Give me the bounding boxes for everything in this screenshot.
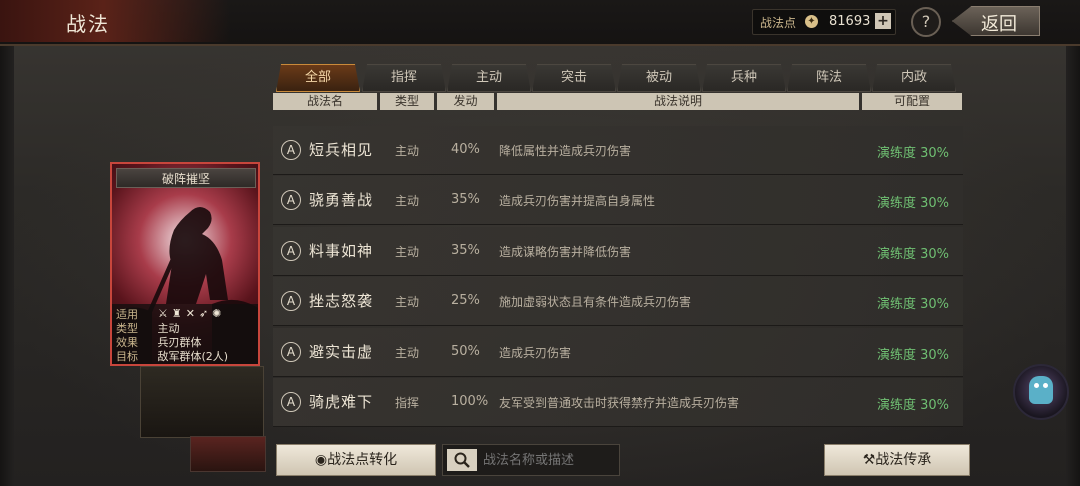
- skill-point-coin-icon: ✦: [805, 15, 818, 28]
- skill-name: 料事如神: [309, 242, 374, 260]
- table-row[interactable]: A 挫志怒袭 主动 25% 施加虚弱状态且有条件造成兵刃伤害 演练度 30%: [273, 277, 963, 326]
- back-label: 返回: [981, 14, 1017, 35]
- top-bar: 战法 战法点 ✦ 81693 + ? 返回: [0, 0, 1080, 46]
- skill-proficiency: 演练度 30%: [877, 196, 950, 211]
- table-row[interactable]: A 短兵相见 主动 40% 降低属性并造成兵刃伤害 演练度 30%: [273, 126, 963, 175]
- stacked-card-image: [140, 366, 264, 438]
- hammer-icon: ⚒: [862, 452, 876, 468]
- column-header-configurable[interactable]: 可配置: [862, 93, 962, 110]
- column-header-name[interactable]: 战法名: [273, 93, 377, 110]
- grade-badge: A: [281, 190, 301, 210]
- skill-description: 施加虚弱状态且有条件造成兵刃伤害: [499, 295, 692, 309]
- add-points-button[interactable]: +: [875, 13, 891, 29]
- skill-proficiency: 演练度 30%: [877, 297, 950, 312]
- skill-rate: 35%: [451, 243, 480, 258]
- tab-assault[interactable]: 突击: [532, 64, 616, 92]
- skill-proficiency: 演练度 30%: [877, 398, 950, 413]
- skill-proficiency: 演练度 30%: [877, 348, 950, 363]
- troop-type-icons: ⚔♜✕➶✺: [158, 307, 226, 320]
- grade-badge: A: [281, 342, 301, 362]
- skill-points-label: 战法点: [760, 16, 797, 30]
- convert-icon: ◉: [314, 452, 328, 468]
- skill-card-title-bar: 破阵摧坚: [116, 168, 256, 188]
- skill-description: 造成兵刃伤害: [499, 346, 572, 360]
- skill-proficiency: 演练度 30%: [877, 247, 950, 262]
- search-box[interactable]: [442, 444, 620, 476]
- table-row[interactable]: A 骑虎难下 指挥 100% 友军受到普通攻击时获得禁疗并造成兵刃伤害 演练度 …: [273, 378, 963, 427]
- skill-inherit-button[interactable]: ⚒战法传承: [824, 444, 970, 476]
- category-tabs: 全部 指挥 主动 突击 被动 兵种 阵法 内政: [276, 64, 962, 92]
- skill-name: 短兵相见: [309, 141, 374, 159]
- skill-card-info: 适用 ⚔♜✕➶✺ 类型 主动 效果 兵刃群体 目标 敌军群体(2人): [112, 304, 258, 364]
- skill-points-box: 战法点 ✦ 81693 +: [752, 9, 896, 35]
- back-button[interactable]: 返回: [952, 6, 1040, 36]
- right-frame: [1066, 44, 1080, 486]
- tab-internal[interactable]: 内政: [872, 64, 956, 92]
- column-header-rate[interactable]: 发动: [437, 93, 494, 110]
- grade-badge: A: [281, 241, 301, 261]
- tab-troop[interactable]: 兵种: [702, 64, 786, 92]
- skill-type: 指挥: [395, 396, 420, 410]
- skill-description: 降低属性并造成兵刃伤害: [499, 144, 632, 158]
- skill-type: 主动: [395, 346, 420, 360]
- skill-name: 避实击虚: [309, 343, 374, 361]
- tab-command[interactable]: 指挥: [362, 64, 446, 92]
- skill-description: 造成谋略伤害并降低伤害: [499, 245, 632, 259]
- skill-type: 主动: [395, 144, 420, 158]
- skill-description: 友军受到普通攻击时获得禁疗并造成兵刃伤害: [499, 396, 740, 410]
- page-title: 战法: [66, 12, 110, 36]
- assistant-mascot-icon[interactable]: [1013, 364, 1069, 420]
- grade-badge: A: [281, 392, 301, 412]
- skill-rate: 50%: [451, 344, 480, 359]
- convert-points-button[interactable]: ◉战法点转化: [276, 444, 436, 476]
- mascot-eye: [1043, 383, 1048, 388]
- grade-badge: A: [281, 140, 301, 160]
- card-target-label: 目标: [116, 350, 138, 363]
- tab-active[interactable]: 主动: [447, 64, 531, 92]
- skill-description: 造成兵刃伤害并提高自身属性: [499, 194, 656, 208]
- table-row[interactable]: A 避实击虚 主动 50% 造成兵刃伤害 演练度 30%: [273, 328, 963, 377]
- skill-type: 主动: [395, 194, 420, 208]
- left-frame: [0, 44, 14, 486]
- tab-formation[interactable]: 阵法: [787, 64, 871, 92]
- skill-card-title: 破阵摧坚: [161, 172, 210, 186]
- stacked-card-image: [190, 436, 266, 472]
- skill-rate: 25%: [451, 293, 480, 308]
- mascot-body: [1029, 376, 1053, 404]
- skill-rate: 35%: [451, 192, 480, 207]
- skill-proficiency: 演练度 30%: [877, 146, 950, 161]
- tab-passive[interactable]: 被动: [617, 64, 701, 92]
- tab-all[interactable]: 全部: [276, 64, 360, 92]
- skill-type: 主动: [395, 245, 420, 259]
- skill-rate: 40%: [451, 142, 480, 157]
- title-banner: [0, 0, 230, 42]
- card-target-row: 目标 敌军群体(2人): [116, 348, 228, 364]
- search-input[interactable]: [483, 445, 613, 475]
- help-button[interactable]: ?: [911, 7, 941, 37]
- column-header-type[interactable]: 类型: [380, 93, 434, 110]
- skill-rate: 100%: [451, 394, 489, 409]
- convert-points-label: 战法点转化: [327, 452, 398, 468]
- skill-name: 挫志怒袭: [309, 292, 374, 310]
- column-header-description: 战法说明: [497, 93, 859, 110]
- table-row[interactable]: A 料事如神 主动 35% 造成谋略伤害并降低伤害 演练度 30%: [273, 227, 963, 276]
- skill-name: 骁勇善战: [309, 191, 374, 209]
- table-row[interactable]: A 骁勇善战 主动 35% 造成兵刃伤害并提高自身属性 演练度 30%: [273, 176, 963, 225]
- skill-points-value: 81693: [829, 14, 871, 29]
- mascot-eye: [1034, 383, 1039, 388]
- skill-type: 主动: [395, 295, 420, 309]
- card-target-value: 敌军群体(2人): [157, 350, 229, 363]
- grade-badge: A: [281, 291, 301, 311]
- search-icon[interactable]: [447, 449, 477, 471]
- skill-name: 骑虎难下: [309, 393, 374, 411]
- skill-card[interactable]: 破阵摧坚 适用 ⚔♜✕➶✺ 类型 主动 效果 兵刃群体 目标 敌军群体(2人): [110, 162, 260, 366]
- skill-inherit-label: 战法传承: [875, 452, 932, 468]
